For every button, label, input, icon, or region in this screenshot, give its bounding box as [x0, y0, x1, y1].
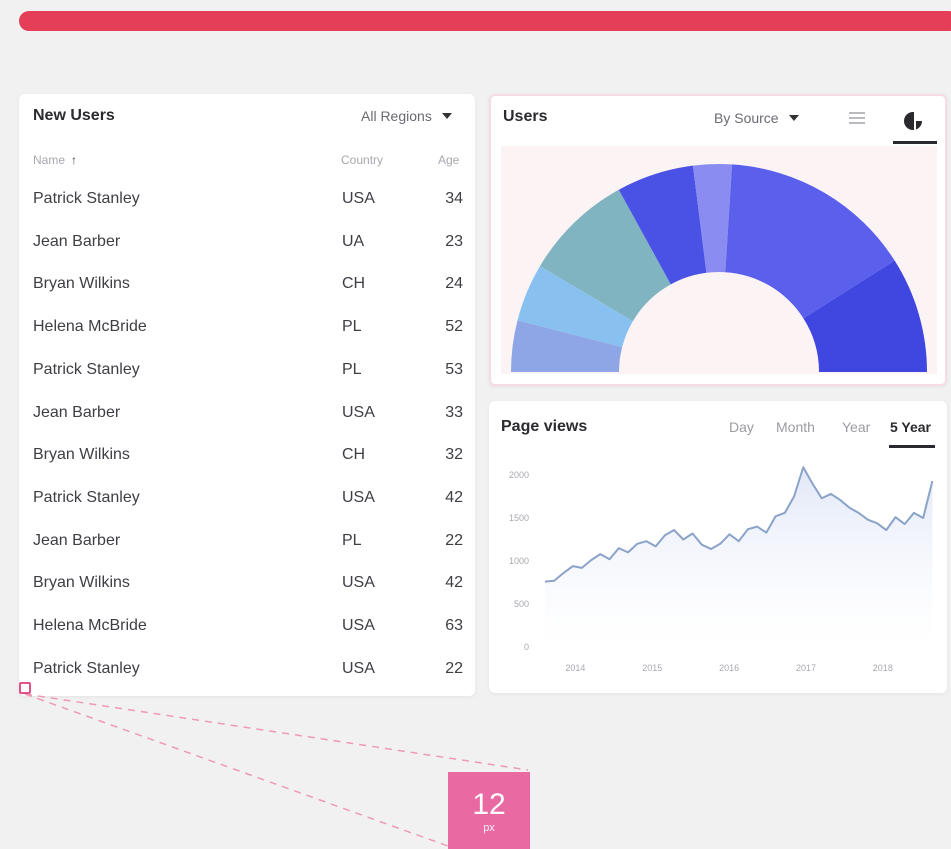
spacing-marker: [19, 682, 31, 694]
spacing-unit: px: [483, 822, 495, 834]
spacing-value: 12: [472, 788, 506, 821]
spacing-badge: 12 px: [448, 772, 530, 849]
spacing-guides: [24, 693, 529, 847]
